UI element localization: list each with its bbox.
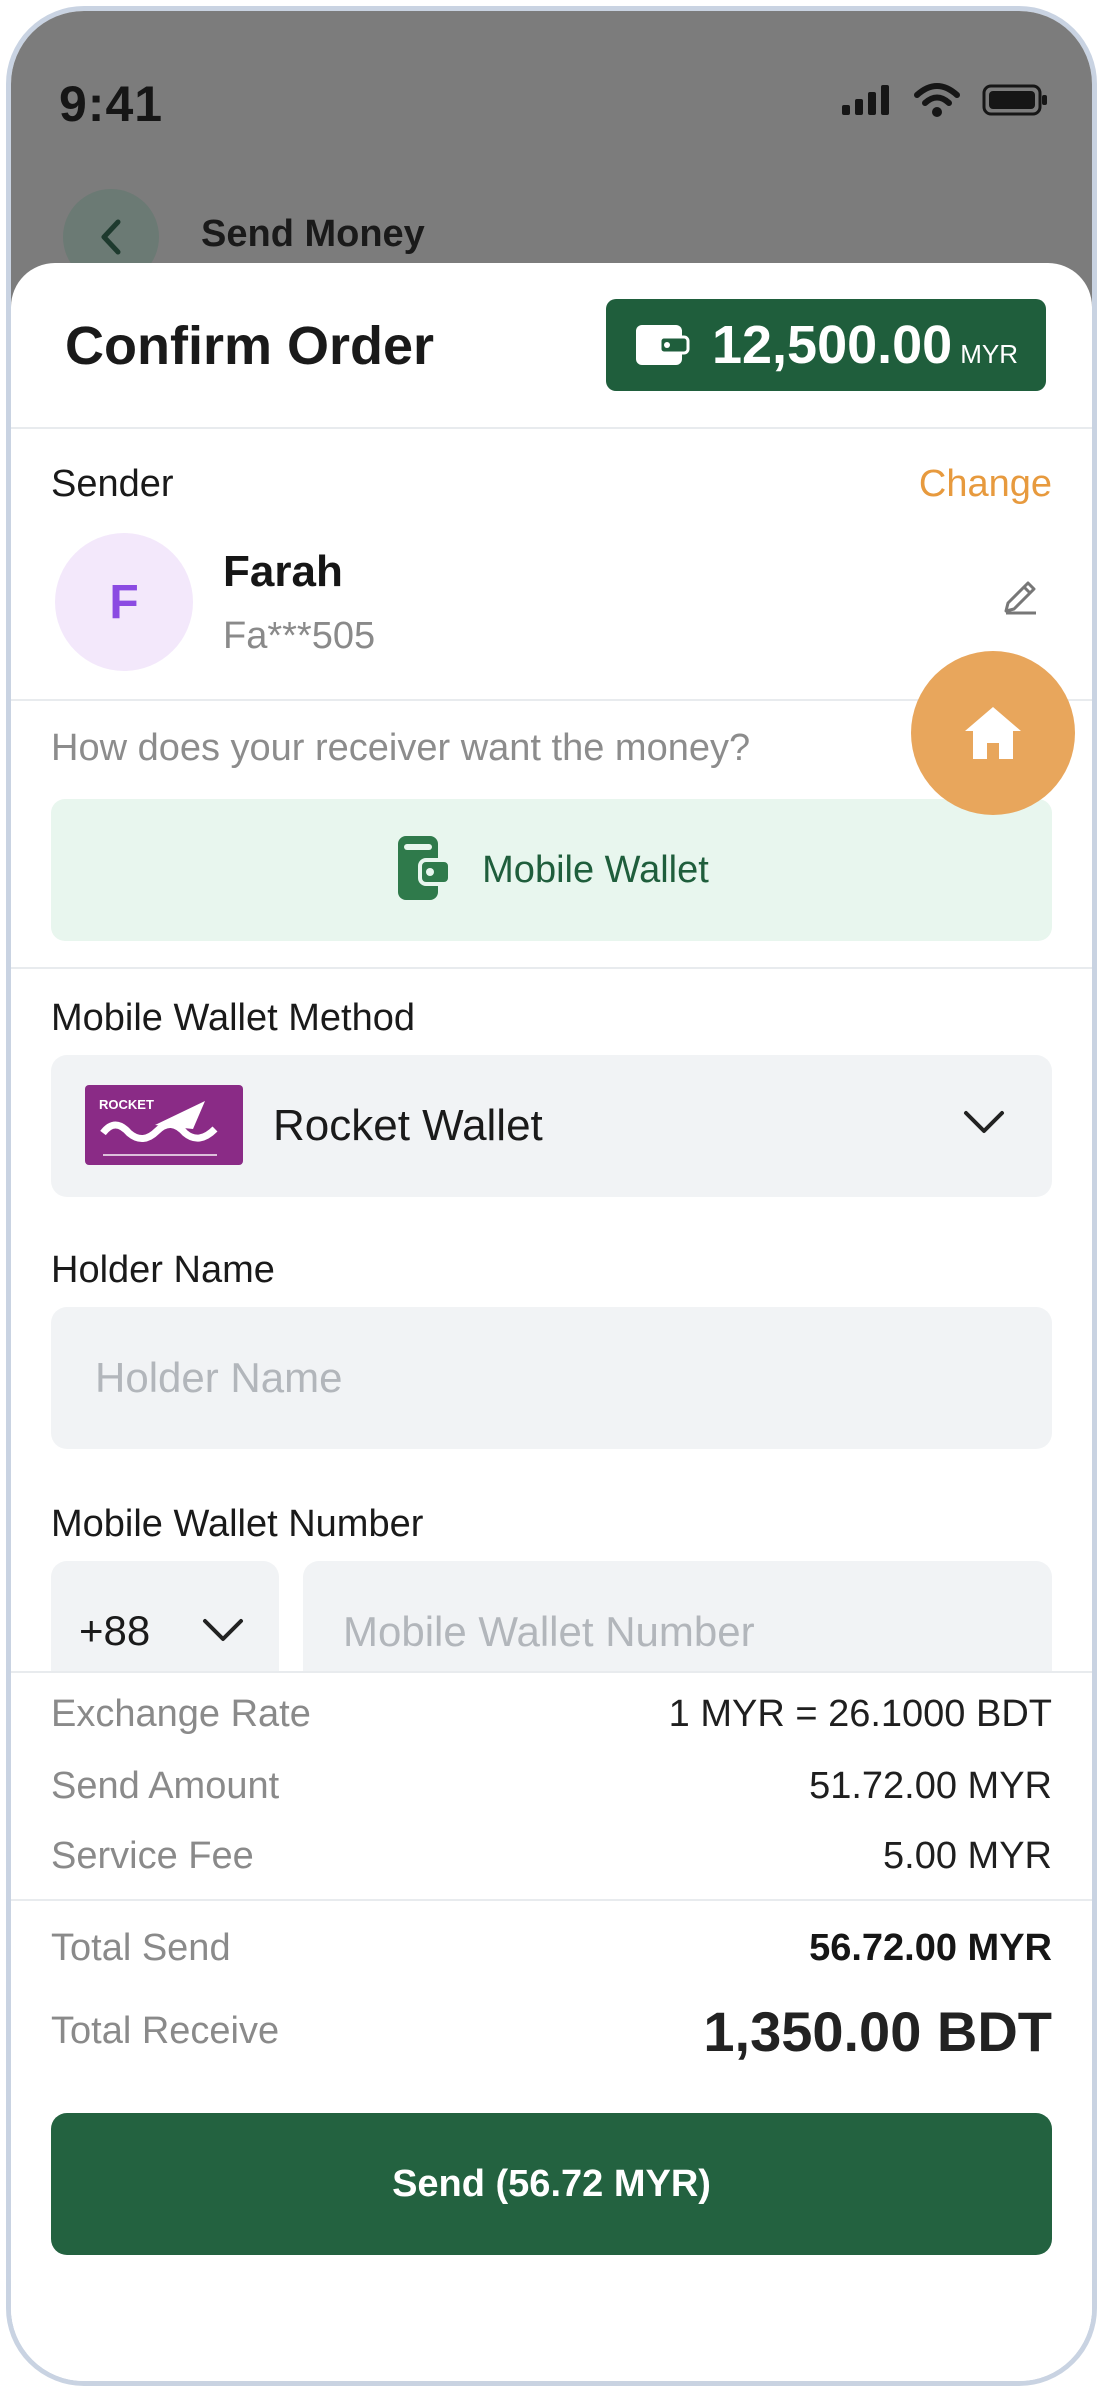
chevron-down-icon [201, 1615, 245, 1650]
svg-text:ROCKET: ROCKET [99, 1097, 154, 1112]
wallet-method-label: Mobile Wallet Method [51, 997, 415, 1039]
sender-masked-id: Fa***505 [223, 615, 376, 657]
order-summary: Exchange Rate 1 MYR = 26.1000 BDT Send A… [11, 1671, 1092, 2381]
total-send-value: 56.72.00 MYR [809, 1927, 1052, 1969]
sender-avatar: F [55, 533, 193, 671]
total-send-row: Total Send 56.72.00 MYR [51, 1927, 1052, 1970]
service-fee-row: Service Fee 5.00 MYR [51, 1835, 1052, 1878]
total-send-label: Total Send [51, 1927, 231, 1969]
sender-label: Sender [51, 463, 174, 505]
receive-method-question: How does your receiver want the money? [51, 727, 751, 769]
status-bar: 9:41 [11, 11, 1092, 161]
signal-icon [842, 85, 892, 120]
send-amount-value: 51.72.00 MYR [809, 1765, 1052, 1807]
chevron-down-icon [962, 1107, 1006, 1142]
phone-frame: 9:41 Send Money Confirm Order 12,500.00 … [6, 6, 1097, 2386]
confirm-order-sheet: Confirm Order 12,500.00 MYR Sender Change… [11, 263, 1092, 2381]
send-amount-label: Send Amount [51, 1765, 280, 1807]
wallet-number-label: Mobile Wallet Number [51, 1503, 424, 1545]
wallet-method-select[interactable]: ROCKET Rocket Wallet [51, 1055, 1052, 1197]
service-fee-value: 5.00 MYR [883, 1835, 1052, 1877]
status-time: 9:41 [59, 76, 164, 132]
send-button[interactable]: Send (56.72 MYR) [51, 2113, 1052, 2255]
exchange-rate-row: Exchange Rate 1 MYR = 26.1000 BDT [51, 1693, 1052, 1736]
total-receive-label: Total Receive [51, 2010, 280, 2052]
mobile-wallet-label: Mobile Wallet [482, 848, 709, 891]
service-fee-label: Service Fee [51, 1835, 254, 1877]
rocket-logo: ROCKET [85, 1085, 243, 1165]
wifi-icon [914, 83, 960, 122]
total-receive-value: 1,350.00 BDT [703, 2000, 1052, 2063]
sender-name: Farah [223, 547, 343, 596]
home-icon [965, 707, 1021, 759]
mobile-wallet-option[interactable]: Mobile Wallet [51, 799, 1052, 941]
exchange-rate-value: 1 MYR = 26.1000 BDT [668, 1693, 1052, 1735]
country-code-value: +88 [79, 1607, 151, 1654]
balance-currency: MYR [960, 339, 1018, 369]
send-amount-row: Send Amount 51.72.00 MYR [51, 1765, 1052, 1808]
holder-name-label: Holder Name [51, 1249, 275, 1291]
exchange-rate-label: Exchange Rate [51, 1693, 311, 1735]
battery-icon [982, 84, 1048, 121]
sender-section: Sender Change F Farah Fa***505 [11, 429, 1092, 701]
chevron-left-icon [101, 219, 121, 255]
home-fab-button[interactable] [911, 651, 1075, 815]
status-icons [842, 83, 1048, 122]
wallet-icon [634, 319, 690, 372]
holder-name-input[interactable] [51, 1307, 1052, 1449]
change-sender-link[interactable]: Change [919, 463, 1052, 506]
summary-divider [11, 1899, 1092, 1901]
pencil-icon[interactable] [1000, 577, 1040, 622]
background-title: Send Money [201, 213, 425, 255]
balance-badge: 12,500.00 MYR [606, 299, 1046, 391]
holder-name-field[interactable] [51, 1307, 1052, 1449]
sheet-title: Confirm Order [65, 316, 435, 376]
wallet-method-value: Rocket Wallet [273, 1101, 543, 1150]
sheet-header: Confirm Order 12,500.00 MYR [11, 263, 1092, 429]
total-receive-row: Total Receive 1,350.00 BDT [51, 1999, 1052, 2064]
mobile-wallet-icon [394, 832, 454, 909]
balance-amount: 12,500.00 [711, 315, 953, 375]
